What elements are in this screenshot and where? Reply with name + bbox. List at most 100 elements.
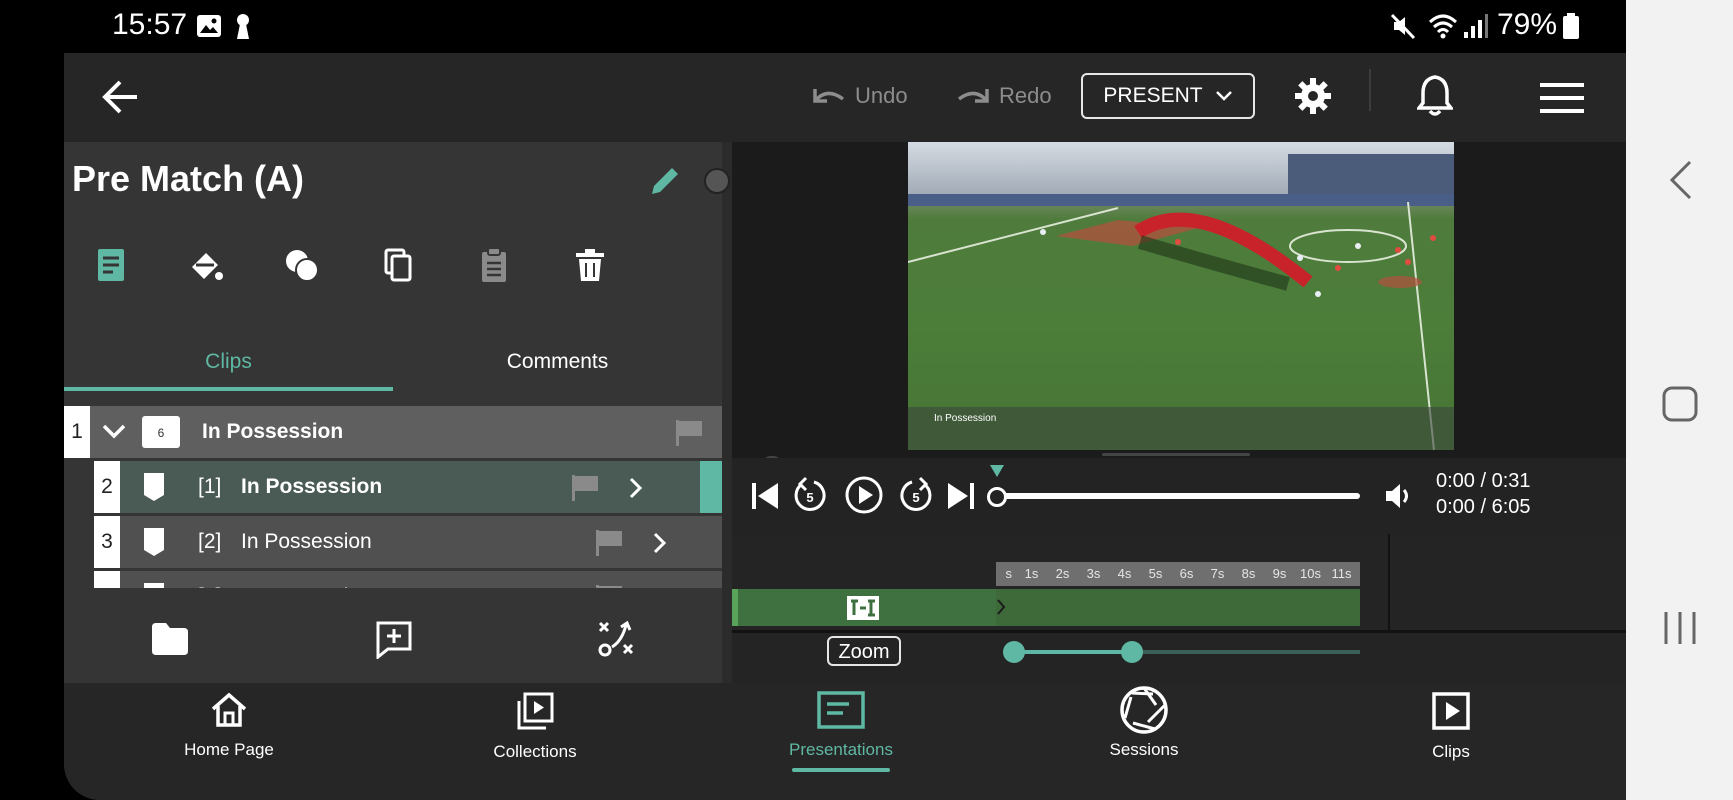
- clip-track[interactable]: [996, 589, 1360, 626]
- nav-clips[interactable]: Clips: [1371, 691, 1531, 762]
- clip-row-selected[interactable]: 2 [1] In Possession: [94, 461, 722, 513]
- clip-index: [3]: [198, 571, 221, 588]
- chevron-right-icon[interactable]: [652, 532, 668, 554]
- video-frame[interactable]: In Possession: [908, 142, 1454, 450]
- stadium-roof-graphic: [1288, 154, 1454, 199]
- volume-icon[interactable]: [1384, 482, 1414, 510]
- bell-icon[interactable]: [1417, 73, 1453, 117]
- ruler-tick: 9s: [1272, 566, 1287, 581]
- zoom-label: Zoom: [827, 636, 901, 666]
- ruler-tick: 2s: [1055, 566, 1070, 581]
- nav-presentations[interactable]: Presentations: [761, 691, 921, 772]
- chevron-right-icon[interactable]: [652, 587, 668, 588]
- ruler-tick: 4s: [1117, 566, 1132, 581]
- tab-comments[interactable]: Comments: [393, 332, 722, 392]
- progress-thumb[interactable]: [987, 487, 1007, 507]
- sessions-icon: [1120, 686, 1168, 734]
- clip-time: 0:00 / 0:31: [1436, 470, 1531, 492]
- ruler-tick: 10s: [1300, 566, 1321, 581]
- copy-icon[interactable]: [378, 245, 418, 285]
- row-number: 3: [94, 516, 120, 568]
- clip-label: In Possession: [241, 571, 372, 588]
- clip-marker-icon: [144, 473, 164, 501]
- chevron-down-icon: [1215, 91, 1232, 101]
- signal-icon: [1464, 14, 1488, 38]
- present-dropdown[interactable]: PRESENT: [1081, 73, 1255, 119]
- video-caption-bar: In Possession: [908, 407, 1454, 450]
- row-number: 1: [64, 406, 90, 458]
- ruler-tick: s: [1005, 566, 1013, 581]
- clip-index: [1]: [198, 475, 222, 498]
- system-recents-icon[interactable]: [1662, 610, 1698, 646]
- folder-label: In Possession: [202, 420, 344, 443]
- clip-index: [2]: [198, 530, 222, 553]
- clip-row-partial[interactable]: 4 [3] In Possession: [94, 571, 722, 588]
- back-arrow-icon[interactable]: [102, 79, 140, 115]
- clip-marker-icon: [144, 583, 164, 588]
- zoom-low-thumb[interactable]: [1003, 641, 1025, 663]
- clip-label: In Possession: [241, 530, 372, 553]
- playback-controls: 5 5 0:00 / 0:31 0:00 / 6:05: [732, 458, 1626, 534]
- notes-icon[interactable]: [90, 245, 130, 285]
- undo-button[interactable]: Undo: [811, 83, 908, 109]
- resize-handle[interactable]: [1102, 453, 1250, 456]
- hamburger-menu-icon[interactable]: [1540, 83, 1584, 113]
- track-playhead-icon: [997, 599, 1006, 615]
- collections-icon: [517, 692, 554, 730]
- timeline: s 1s 2s 3s 4s 5s 6s 7s 8s 9s 10s 11s Zoo…: [732, 534, 1626, 683]
- clip-row[interactable]: 3 [2] In Possession: [94, 516, 722, 568]
- collapse-panel-handle[interactable]: [704, 168, 730, 194]
- paint-bucket-icon[interactable]: [186, 245, 226, 285]
- tactics-icon[interactable]: [596, 619, 636, 659]
- battery-percent: 79%: [1497, 8, 1558, 41]
- skip-previous-icon[interactable]: [750, 480, 780, 512]
- flag-icon[interactable]: [594, 583, 624, 588]
- svg-text:5: 5: [912, 490, 919, 505]
- play-icon[interactable]: [844, 475, 884, 515]
- ruler-tick: 7s: [1210, 566, 1225, 581]
- redo-label: Redo: [999, 83, 1052, 108]
- flag-icon[interactable]: [570, 473, 600, 501]
- skip-next-icon[interactable]: [946, 480, 976, 512]
- ruler-tick: 8s: [1241, 566, 1256, 581]
- folder-add-icon[interactable]: [150, 621, 190, 657]
- forward-5-icon[interactable]: 5: [898, 476, 934, 514]
- shapes-icon[interactable]: [282, 245, 322, 285]
- add-comment-icon[interactable]: [374, 619, 414, 659]
- ruler-tick: 6s: [1179, 566, 1194, 581]
- gear-icon[interactable]: [1294, 77, 1332, 115]
- nav-home-label: Home Page: [184, 740, 274, 759]
- presentation-title: Pre Match (A): [72, 158, 305, 199]
- svg-text:5: 5: [806, 490, 813, 505]
- system-home-icon[interactable]: [1662, 386, 1698, 422]
- status-bar: 15:57 79%: [0, 0, 1626, 53]
- pencil-edit-icon[interactable]: [648, 164, 682, 198]
- rewind-5-icon[interactable]: 5: [792, 476, 828, 514]
- progress-track[interactable]: [996, 493, 1360, 499]
- nav-collections[interactable]: Collections: [455, 691, 615, 762]
- redo-button[interactable]: Redo: [955, 83, 1052, 109]
- nav-sessions-label: Sessions: [1109, 740, 1179, 759]
- video-caption: In Possession: [934, 413, 997, 424]
- chevron-right-icon[interactable]: [628, 477, 644, 499]
- timeline-ruler[interactable]: s 1s 2s 3s 4s 5s 6s 7s 8s 9s 10s 11s: [996, 562, 1360, 586]
- top-bar: Undo Redo PRESENT: [64, 53, 1626, 142]
- flag-icon[interactable]: [674, 418, 704, 446]
- undo-icon: [813, 89, 845, 103]
- trash-icon[interactable]: [570, 245, 610, 285]
- nav-home[interactable]: Home Page: [149, 691, 309, 760]
- tab-clips[interactable]: Clips: [64, 332, 393, 392]
- nav-clips-label: Clips: [1432, 742, 1470, 761]
- presentation-icon: [817, 691, 865, 729]
- chevron-down-icon[interactable]: [102, 424, 126, 440]
- flag-icon[interactable]: [594, 528, 624, 556]
- nav-sessions[interactable]: Sessions: [1064, 686, 1224, 760]
- folder-clip-count: 6: [157, 426, 165, 440]
- folder-row[interactable]: 1 6 In Possession: [64, 406, 722, 458]
- zoom-high-thumb[interactable]: [1121, 641, 1144, 663]
- system-back-icon[interactable]: [1668, 160, 1694, 200]
- clip-track-lead[interactable]: [732, 589, 996, 626]
- nav-presentations-label: Presentations: [789, 740, 893, 759]
- battery-icon: [1563, 13, 1579, 39]
- row-number: 4: [94, 571, 120, 588]
